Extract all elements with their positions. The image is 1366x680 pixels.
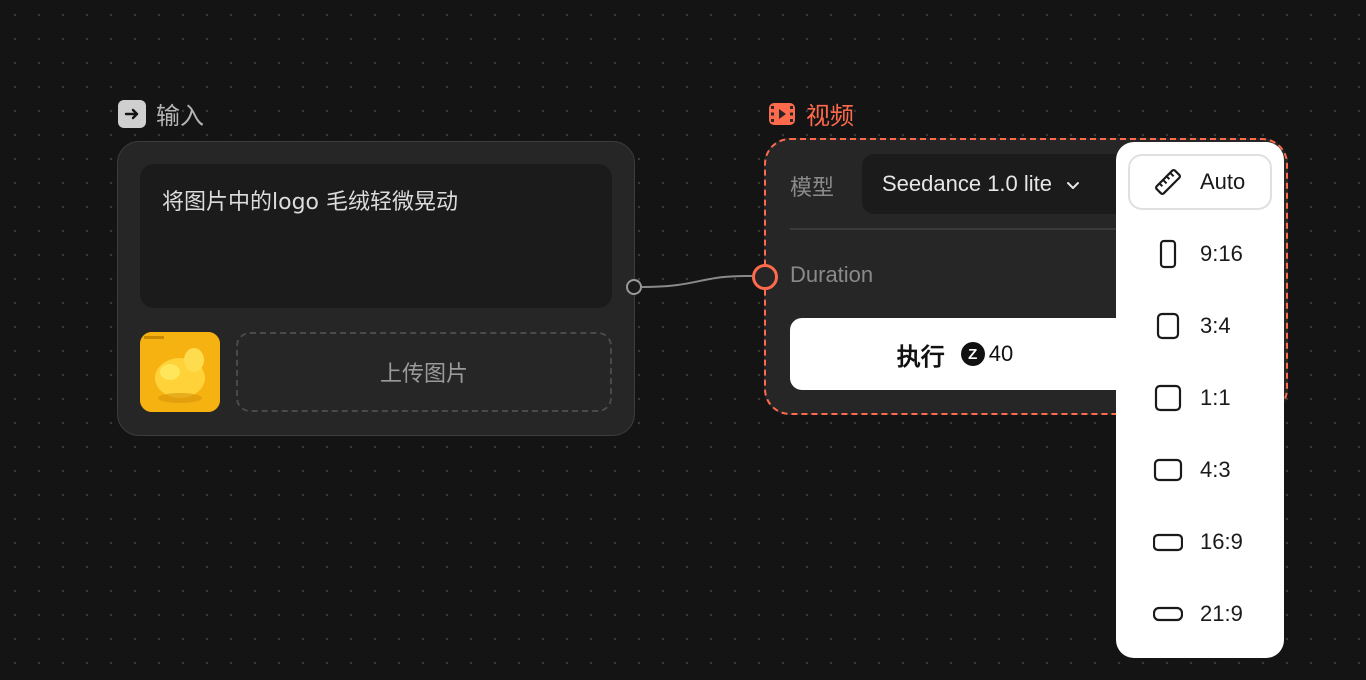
ratio-option-1-1[interactable]: 1:1 [1128, 370, 1272, 426]
uploaded-image-thumbnail[interactable] [140, 332, 220, 412]
wide-ratio-icon [1150, 599, 1186, 629]
credit-cost: Z 40 [960, 341, 1014, 367]
ratio-option-label: 4:3 [1200, 457, 1231, 482]
workflow-canvas[interactable]: 输入 将图片中的logo 毛绒轻微晃动 上传图片 视频 模型 Seedance … [0, 0, 1366, 680]
output-port[interactable] [626, 279, 642, 295]
ratio-option-label: 21:9 [1200, 601, 1243, 626]
ratio-option-21-9[interactable]: 21:9 [1128, 586, 1272, 642]
duration-label: Duration [790, 262, 874, 287]
landscape-ratio-icon [1150, 527, 1186, 557]
model-select[interactable]: Seedance 1.0 lite [862, 154, 1132, 214]
ratio-option-label: 16:9 [1200, 529, 1243, 554]
portrait-ratio-icon [1150, 239, 1186, 269]
video-node-title: 视频 [768, 96, 854, 131]
aspect-ratio-menu: Auto 9:16 3:4 1:1 4:3 16:9 21:9 [1116, 142, 1284, 658]
ratio-option-label: Auto [1200, 169, 1246, 194]
credit-coin-icon: Z [960, 342, 985, 366]
model-label: 模型 [790, 176, 835, 201]
square-ratio-icon [1150, 383, 1186, 413]
video-node-title-text: 视频 [806, 102, 854, 130]
ratio-option-4-3[interactable]: 4:3 [1128, 442, 1272, 498]
ratio-option-9-16[interactable]: 9:16 [1128, 226, 1272, 282]
run-button-label: 执行 [896, 342, 945, 371]
video-film-icon [768, 100, 796, 128]
ratio-option-label: 9:16 [1200, 241, 1243, 266]
credit-cost-value: 40 [988, 341, 1014, 366]
input-node-title: 输入 [118, 96, 204, 131]
input-port[interactable] [752, 264, 778, 290]
portrait-ratio-icon [1150, 311, 1186, 341]
ruler-icon [1150, 167, 1186, 197]
model-select-value: Seedance 1.0 lite [882, 171, 1053, 196]
upload-image-button[interactable]: 上传图片 [236, 332, 612, 412]
input-node-title-text: 输入 [156, 102, 204, 130]
chevron-down-icon [1066, 171, 1080, 197]
arrow-right-box-icon [118, 99, 146, 128]
ratio-option-label: 1:1 [1200, 385, 1231, 410]
landscape-ratio-icon [1150, 455, 1186, 485]
input-node[interactable]: 将图片中的logo 毛绒轻微晃动 上传图片 [117, 141, 635, 436]
ratio-option-16-9[interactable]: 16:9 [1128, 514, 1272, 570]
ratio-option-label: 3:4 [1200, 313, 1231, 338]
ratio-option-auto[interactable]: Auto [1128, 154, 1272, 210]
prompt-textarea[interactable]: 将图片中的logo 毛绒轻微晃动 [140, 164, 612, 308]
ratio-option-3-4[interactable]: 3:4 [1128, 298, 1272, 354]
